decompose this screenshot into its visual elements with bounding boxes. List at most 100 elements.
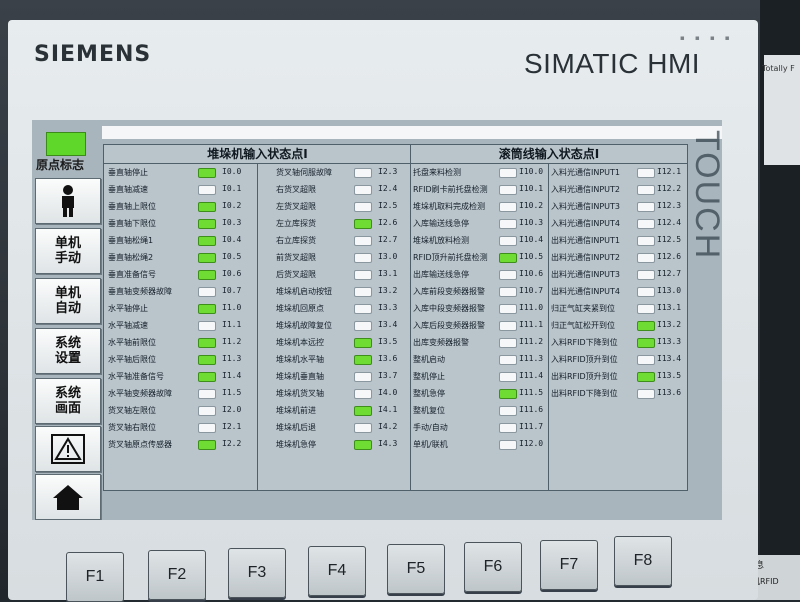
status-led [198, 406, 216, 416]
user-button[interactable] [35, 178, 101, 224]
io-address: I11.6 [519, 405, 544, 414]
status-label: 垂直轴松绳1 [108, 236, 154, 245]
io-address: I2.4 [378, 184, 398, 193]
status-led [499, 253, 517, 263]
status-label: 水平轴变频器故障 [108, 389, 172, 398]
status-label: 归正气缸夹紧到位 [551, 304, 615, 313]
f1-key[interactable]: F1 [66, 552, 124, 602]
status-label: 垂直轴上限位 [108, 202, 156, 211]
io-address: I11.5 [519, 388, 544, 397]
status-led [198, 253, 216, 263]
f2-key[interactable]: F2 [148, 550, 206, 600]
status-label: 堆垛机急停 [276, 440, 316, 449]
system-settings-button[interactable]: 系统 设置 [35, 328, 101, 374]
status-label: 整机停止 [413, 372, 445, 381]
status-led [637, 236, 655, 246]
status-label: 出料光通信INPUT2 [551, 253, 620, 262]
status-row: 水平轴停止 I1.0 [104, 300, 257, 317]
status-led [637, 287, 655, 297]
status-row: 右货叉超限 I2.4 [258, 181, 411, 198]
io-address: I1.4 [222, 371, 242, 380]
status-row: 水平轴准备信号 I1.4 [104, 368, 257, 385]
status-row: 堆垛机水平轴 I3.6 [258, 351, 411, 368]
status-label: 堆垛机启动按钮 [276, 287, 332, 296]
status-row: 堆垛机故障复位 I3.4 [258, 317, 411, 334]
alarm-button[interactable] [35, 426, 101, 472]
status-led [354, 168, 372, 178]
status-label: 堆垛机货叉轴 [276, 389, 324, 398]
io-address: I12.5 [657, 235, 682, 244]
status-led [499, 338, 517, 348]
status-led [354, 304, 372, 314]
io-address: I1.5 [222, 388, 242, 397]
status-row: 堆垛机前进 I4.1 [258, 402, 411, 419]
io-address: I3.3 [378, 303, 398, 312]
status-label: 水平轴停止 [108, 304, 148, 313]
status-led [499, 185, 517, 195]
f7-key[interactable]: F7 [540, 540, 598, 590]
status-row: 水平轴前限位 I1.2 [104, 334, 257, 351]
status-row: 堆垛机启动按钮 I3.2 [258, 283, 411, 300]
io-address: I11.3 [519, 354, 544, 363]
home-button[interactable] [35, 474, 101, 520]
status-led [499, 406, 517, 416]
status-row: 堆垛机后退 I4.2 [258, 419, 411, 436]
status-label: 单机/联机 [413, 440, 448, 449]
f3-key[interactable]: F3 [228, 548, 286, 598]
status-row: 整机急停 I11.5 [411, 385, 548, 402]
status-led [499, 202, 517, 212]
manual-line2: 手动 [54, 251, 81, 266]
io-address: I12.7 [657, 269, 682, 278]
status-label: 垂直轴下限位 [108, 219, 156, 228]
status-led [354, 389, 372, 399]
f6-key[interactable]: F6 [464, 542, 522, 592]
io-address: I1.1 [222, 320, 242, 329]
system-screen-button[interactable]: 系统 画面 [35, 378, 101, 424]
f5-key[interactable]: F5 [387, 544, 445, 594]
status-led [637, 304, 655, 314]
status-led [354, 236, 372, 246]
io-address: I10.7 [519, 286, 544, 295]
status-label: 入料光通信INPUT2 [551, 185, 620, 194]
status-row: 整机启动 I11.3 [411, 351, 548, 368]
io-address: I2.5 [378, 201, 398, 210]
status-led [499, 236, 517, 246]
status-row: 后货叉超限 I3.1 [258, 266, 411, 283]
status-led [198, 202, 216, 212]
status-label: 后货叉超限 [276, 270, 316, 279]
f4-key[interactable]: F4 [308, 546, 366, 596]
io-address: I3.6 [378, 354, 398, 363]
f8-key[interactable]: F8 [614, 536, 672, 586]
status-row: 出库输送线急停 I10.6 [411, 266, 548, 283]
status-label: 归正气缸松开到位 [551, 321, 615, 330]
io-address: I4.3 [378, 439, 398, 448]
status-led [637, 202, 655, 212]
status-led [637, 389, 655, 399]
status-row: 归正气缸松开到位 I13.2 [549, 317, 687, 334]
status-led [198, 236, 216, 246]
status-row: 入库输送线急停 I10.3 [411, 215, 548, 232]
io-address: I1.2 [222, 337, 242, 346]
status-row: 入库中段变频器报警 I11.0 [411, 300, 548, 317]
io-address: I0.2 [222, 201, 242, 210]
io-address: I2.6 [378, 218, 398, 227]
status-label: 入库中段变频器报警 [413, 304, 485, 313]
status-row: 垂直轴停止 I0.0 [104, 164, 257, 181]
io-address: I13.2 [657, 320, 682, 329]
simatic-hmi-label: SIMATIC HMI [524, 48, 701, 79]
status-row: RFID刷卡前托盘检测 I10.1 [411, 181, 548, 198]
siemens-logo: SIEMENS [34, 42, 152, 67]
io-address: I12.4 [657, 218, 682, 227]
io-address: I3.2 [378, 286, 398, 295]
background-window-text: Totally F [762, 64, 795, 73]
io-address: I10.1 [519, 184, 544, 193]
manual-mode-button[interactable]: 单机 手动 [35, 228, 101, 274]
status-row: 出料RFID下降到位 I13.6 [549, 385, 687, 402]
stacker-column-2: 货叉轴伺服故障 I2.3 右货叉超限 I2.4 左货叉超限 I2.5 左立库探货 I2.6 右立… [258, 164, 411, 490]
auto-line1: 单机 [54, 286, 81, 301]
io-address: I2.1 [222, 422, 242, 431]
status-led [198, 338, 216, 348]
status-row: 堆垛机货叉轴 I4.0 [258, 385, 411, 402]
auto-mode-button[interactable]: 单机 自动 [35, 278, 101, 324]
status-row: 垂直轴下限位 I0.3 [104, 215, 257, 232]
